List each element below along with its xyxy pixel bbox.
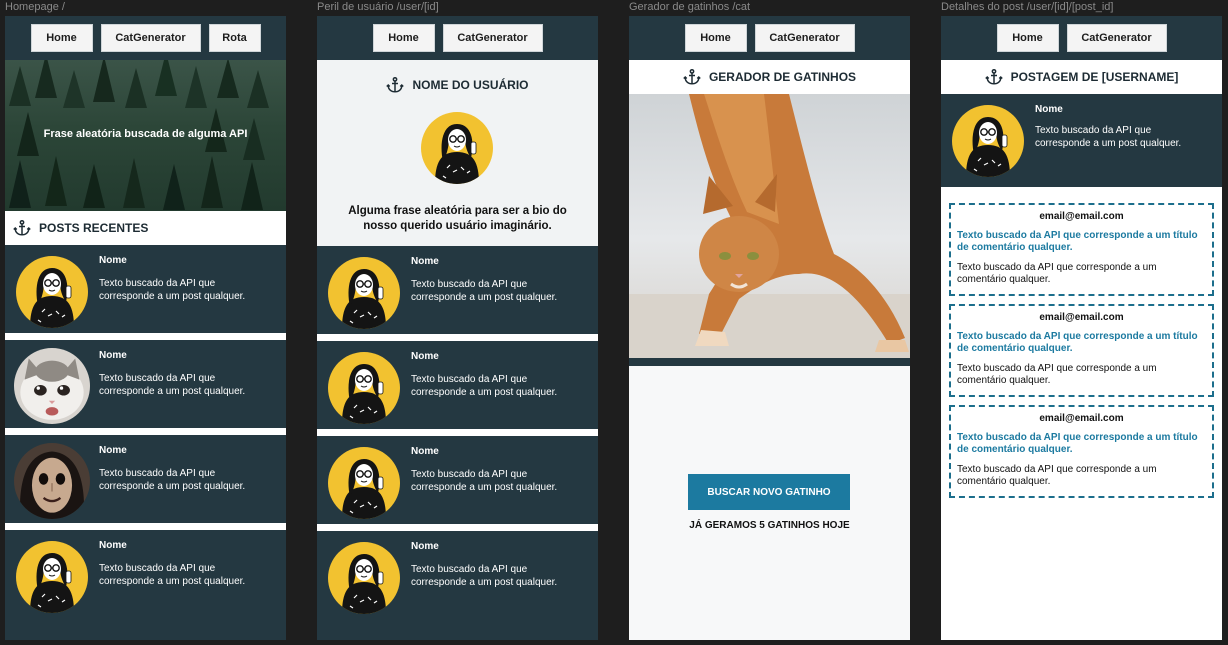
comment-title: Texto buscado da API que corresponde a u…: [957, 331, 1198, 354]
comment-card: email@email.com Texto buscado da API que…: [949, 405, 1214, 498]
post-text: Texto buscado da API que corresponde a u…: [99, 373, 246, 397]
fetch-new-cat-button[interactable]: BUSCAR NOVO GATINHO: [688, 474, 850, 510]
avatar: [952, 105, 1024, 177]
frame-label-home: Homepage /: [5, 1, 65, 13]
avatar: [328, 447, 400, 519]
top-nav: Home CatGenerator Rota: [5, 16, 286, 60]
profile-title: NOME DO USUÁRIO: [317, 76, 598, 94]
anchor-icon: [386, 76, 404, 94]
comments-list: email@email.com Texto buscado da API que…: [941, 187, 1222, 640]
post-text: Texto buscado da API que corresponde a u…: [411, 564, 558, 588]
nav-home-button[interactable]: Home: [372, 24, 435, 52]
anchor-icon: [985, 68, 1003, 86]
avatar: [14, 348, 90, 424]
frame-label-cat: Gerador de gatinhos /cat: [629, 1, 751, 13]
post-card[interactable]: Nome Texto buscado da API que correspond…: [5, 435, 286, 530]
cat-action-panel: BUSCAR NOVO GATINHO JÁ GERAMOS 5 GATINHO…: [629, 366, 910, 640]
top-nav: Home CatGenerator: [941, 16, 1222, 60]
post-text: Texto buscado da API que corresponde a u…: [411, 374, 558, 398]
nav-home-button[interactable]: Home: [996, 24, 1059, 52]
top-nav: Home CatGenerator: [317, 16, 598, 60]
comment-text: Texto buscado da API que corresponde a u…: [957, 262, 1157, 285]
post-card[interactable]: Nome Texto buscado da API que correspond…: [317, 531, 598, 626]
nav-catgenerator-button[interactable]: CatGenerator: [754, 24, 855, 52]
nav-catgenerator-button[interactable]: CatGenerator: [100, 24, 201, 52]
post-card[interactable]: Nome Texto buscado da API que correspond…: [317, 436, 598, 531]
avatar: [16, 541, 88, 613]
profile-avatar: [421, 112, 493, 184]
post-author: Nome: [411, 256, 439, 267]
anchor-icon: [13, 219, 31, 237]
post-card[interactable]: Nome Texto buscado da API que correspond…: [317, 341, 598, 436]
avatar: [14, 443, 90, 519]
avatar: [328, 257, 400, 329]
post-author: Nome: [99, 350, 127, 361]
comment-email: email@email.com: [1039, 211, 1124, 222]
post-text: Texto buscado da API que corresponde a u…: [411, 469, 558, 493]
post-author: Nome: [1035, 104, 1063, 115]
comment-email: email@email.com: [1039, 312, 1124, 323]
post-author: Nome: [99, 255, 127, 266]
profile-frame: Home CatGenerator NOME DO USUÁRIO Alguma…: [317, 16, 598, 640]
hero-banner: Frase aleatória buscada de alguma API: [5, 60, 286, 211]
profile-bio: Alguma frase aleatória para ser a bio do…: [348, 205, 567, 232]
post-author: Nome: [411, 541, 439, 552]
post-text: Texto buscado da API que corresponde a u…: [99, 563, 246, 587]
post-detail-header: POSTAGEM DE [USERNAME]: [941, 60, 1222, 94]
nav-catgenerator-button[interactable]: CatGenerator: [442, 24, 543, 52]
cat-generator-frame: Home CatGenerator GERADOR DE GATINHOS BU…: [629, 16, 910, 640]
post-text: Texto buscado da API que corresponde a u…: [411, 279, 558, 303]
nav-home-button[interactable]: Home: [684, 24, 747, 52]
nav-home-button[interactable]: Home: [30, 24, 93, 52]
avatar: [328, 352, 400, 424]
post-card: Nome Texto buscado da API que correspond…: [941, 94, 1222, 187]
post-author: Nome: [411, 446, 439, 457]
nav-catgenerator-button[interactable]: CatGenerator: [1066, 24, 1167, 52]
post-detail-frame: Home CatGenerator POSTAGEM DE [USERNAME]…: [941, 16, 1222, 640]
comment-title: Texto buscado da API que corresponde a u…: [957, 230, 1198, 253]
post-card[interactable]: Nome Texto buscado da API que correspond…: [5, 530, 286, 625]
post-detail-title: POSTAGEM DE [USERNAME]: [1010, 70, 1179, 84]
frame-label-detail: Detalhes do post /user/[id]/[post_id]: [941, 1, 1114, 13]
hero-quote: Frase aleatória buscada de alguma API: [43, 128, 248, 140]
recent-posts-title: POSTS RECENTES: [39, 221, 149, 235]
profile-username: NOME DO USUÁRIO: [412, 78, 529, 92]
cat-generator-header: GERADOR DE GATINHOS: [629, 60, 910, 94]
comment-text: Texto buscado da API que corresponde a u…: [957, 464, 1157, 487]
post-text: Texto buscado da API que corresponde a u…: [1035, 125, 1182, 149]
nav-rota-button[interactable]: Rota: [208, 24, 261, 52]
profile-header: NOME DO USUÁRIO Alguma frase aleatória p…: [317, 60, 598, 246]
comment-card: email@email.com Texto buscado da API que…: [949, 304, 1214, 397]
post-card[interactable]: Nome Texto buscado da API que correspond…: [5, 340, 286, 435]
post-text: Texto buscado da API que corresponde a u…: [99, 278, 246, 302]
anchor-icon: [683, 68, 701, 86]
post-card[interactable]: Nome Texto buscado da API que correspond…: [5, 245, 286, 340]
recent-posts-header: POSTS RECENTES: [5, 211, 286, 245]
post-author: Nome: [99, 445, 127, 456]
avatar: [16, 256, 88, 328]
homepage-frame: Home CatGenerator Rota Frase aleatória b…: [5, 16, 286, 640]
post-author: Nome: [411, 351, 439, 362]
cat-count-text: JÁ GERAMOS 5 GATINHOS HOJE: [689, 520, 850, 531]
cat-photo: [629, 94, 910, 358]
comment-text: Texto buscado da API que corresponde a u…: [957, 363, 1157, 386]
cat-generator-title: GERADOR DE GATINHOS: [708, 70, 857, 84]
post-text: Texto buscado da API que corresponde a u…: [99, 468, 246, 492]
comment-title: Texto buscado da API que corresponde a u…: [957, 432, 1198, 455]
top-nav: Home CatGenerator: [629, 16, 910, 60]
avatar: [328, 542, 400, 614]
post-card[interactable]: Nome Texto buscado da API que correspond…: [317, 246, 598, 341]
comment-card: email@email.com Texto buscado da API que…: [949, 203, 1214, 296]
post-author: Nome: [99, 540, 127, 551]
frame-label-profile: Peril de usuário /user/[id]: [317, 1, 439, 13]
comment-email: email@email.com: [1039, 413, 1124, 424]
